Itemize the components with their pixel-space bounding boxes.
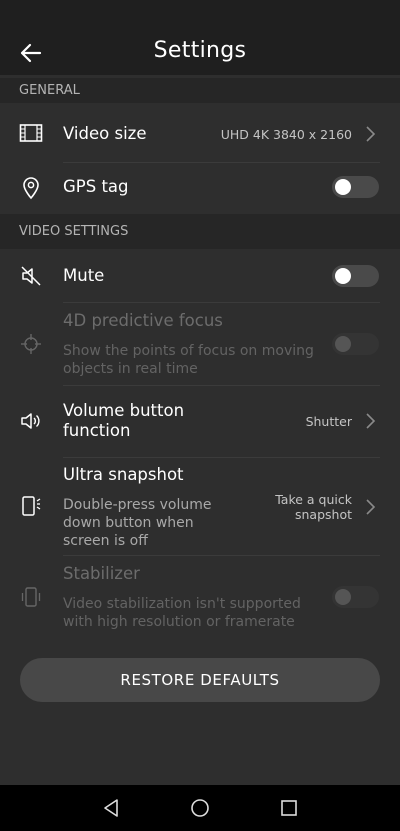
video-size-label: Video size <box>63 124 147 143</box>
toggle-knob <box>335 268 351 284</box>
predictive-focus-toggle <box>332 333 379 355</box>
toggle-knob <box>335 336 351 352</box>
stabilizer-toggle <box>332 586 379 608</box>
circle-home-icon <box>191 799 209 817</box>
ultra-snapshot-description-line1: Double-press volume <box>63 497 212 513</box>
gps-tag-row[interactable]: GPS tag <box>0 163 400 213</box>
chevron-right-icon <box>366 126 376 142</box>
volume-button-label-line1: Volume button <box>63 401 185 420</box>
stabilizer-description-line2: with high resolution or framerate <box>63 614 295 630</box>
nav-recents-button[interactable] <box>276 795 302 821</box>
system-nav-bar <box>0 785 400 831</box>
toggle-knob <box>335 179 351 195</box>
speaker-icon <box>18 408 44 434</box>
focus-target-icon <box>18 331 44 357</box>
gps-tag-label: GPS tag <box>63 177 129 196</box>
chevron-right-icon <box>366 499 376 515</box>
nav-back-button[interactable] <box>98 795 124 821</box>
video-size-row[interactable]: Video size UHD 4K 3840 x 2160 <box>0 103 400 163</box>
page-title: Settings <box>153 38 247 63</box>
speaker-muted-icon <box>18 263 44 289</box>
ultra-snapshot-label: Ultra snapshot <box>63 465 184 484</box>
nav-home-button[interactable] <box>187 795 213 821</box>
volume-button-function-row[interactable]: Volume button function Shutter <box>0 386 400 457</box>
phone-volume-icon <box>18 493 44 519</box>
ultra-snapshot-row[interactable]: Ultra snapshot Double-press volume down … <box>0 458 400 555</box>
ultra-snapshot-description-line2: down button when <box>63 515 194 531</box>
chevron-right-icon <box>366 413 376 429</box>
stabilizer-description-line1: Video stabilization isn't supported <box>63 596 301 612</box>
square-recents-icon <box>281 800 297 816</box>
toggle-knob <box>335 589 351 605</box>
restore-defaults-button[interactable]: RESTORE DEFAULTS <box>20 658 380 702</box>
mute-row[interactable]: Mute <box>0 250 400 302</box>
predictive-focus-label: 4D predictive focus <box>63 311 223 330</box>
predictive-focus-description-line1: Show the points of focus on moving <box>63 343 314 359</box>
stabilizer-row: Stabilizer Video stabilization isn't sup… <box>0 556 400 638</box>
film-icon <box>18 120 44 146</box>
mute-label: Mute <box>63 266 105 285</box>
gps-tag-toggle[interactable] <box>332 176 379 198</box>
app-header: Settings <box>0 0 400 75</box>
mute-toggle[interactable] <box>332 265 379 287</box>
ultra-snapshot-value-line2: snapshot <box>294 507 352 522</box>
video-size-value: UHD 4K 3840 x 2160 <box>220 127 352 142</box>
ultra-snapshot-description-line3: screen is off <box>63 533 148 549</box>
ultra-snapshot-value-line1: Take a quick <box>275 492 352 507</box>
location-pin-icon <box>18 175 44 201</box>
predictive-focus-row: 4D predictive focus Show the points of f… <box>0 303 400 385</box>
section-header-video-settings: VIDEO SETTINGS <box>0 214 400 249</box>
triangle-back-icon <box>104 799 118 817</box>
phone-stabilizer-icon <box>18 584 44 610</box>
predictive-focus-description-line2: objects in real time <box>63 361 198 377</box>
volume-button-value: Shutter <box>305 414 352 429</box>
volume-button-label-line2: function <box>63 421 131 440</box>
stabilizer-label: Stabilizer <box>63 564 140 583</box>
section-header-general: GENERAL <box>0 78 400 103</box>
